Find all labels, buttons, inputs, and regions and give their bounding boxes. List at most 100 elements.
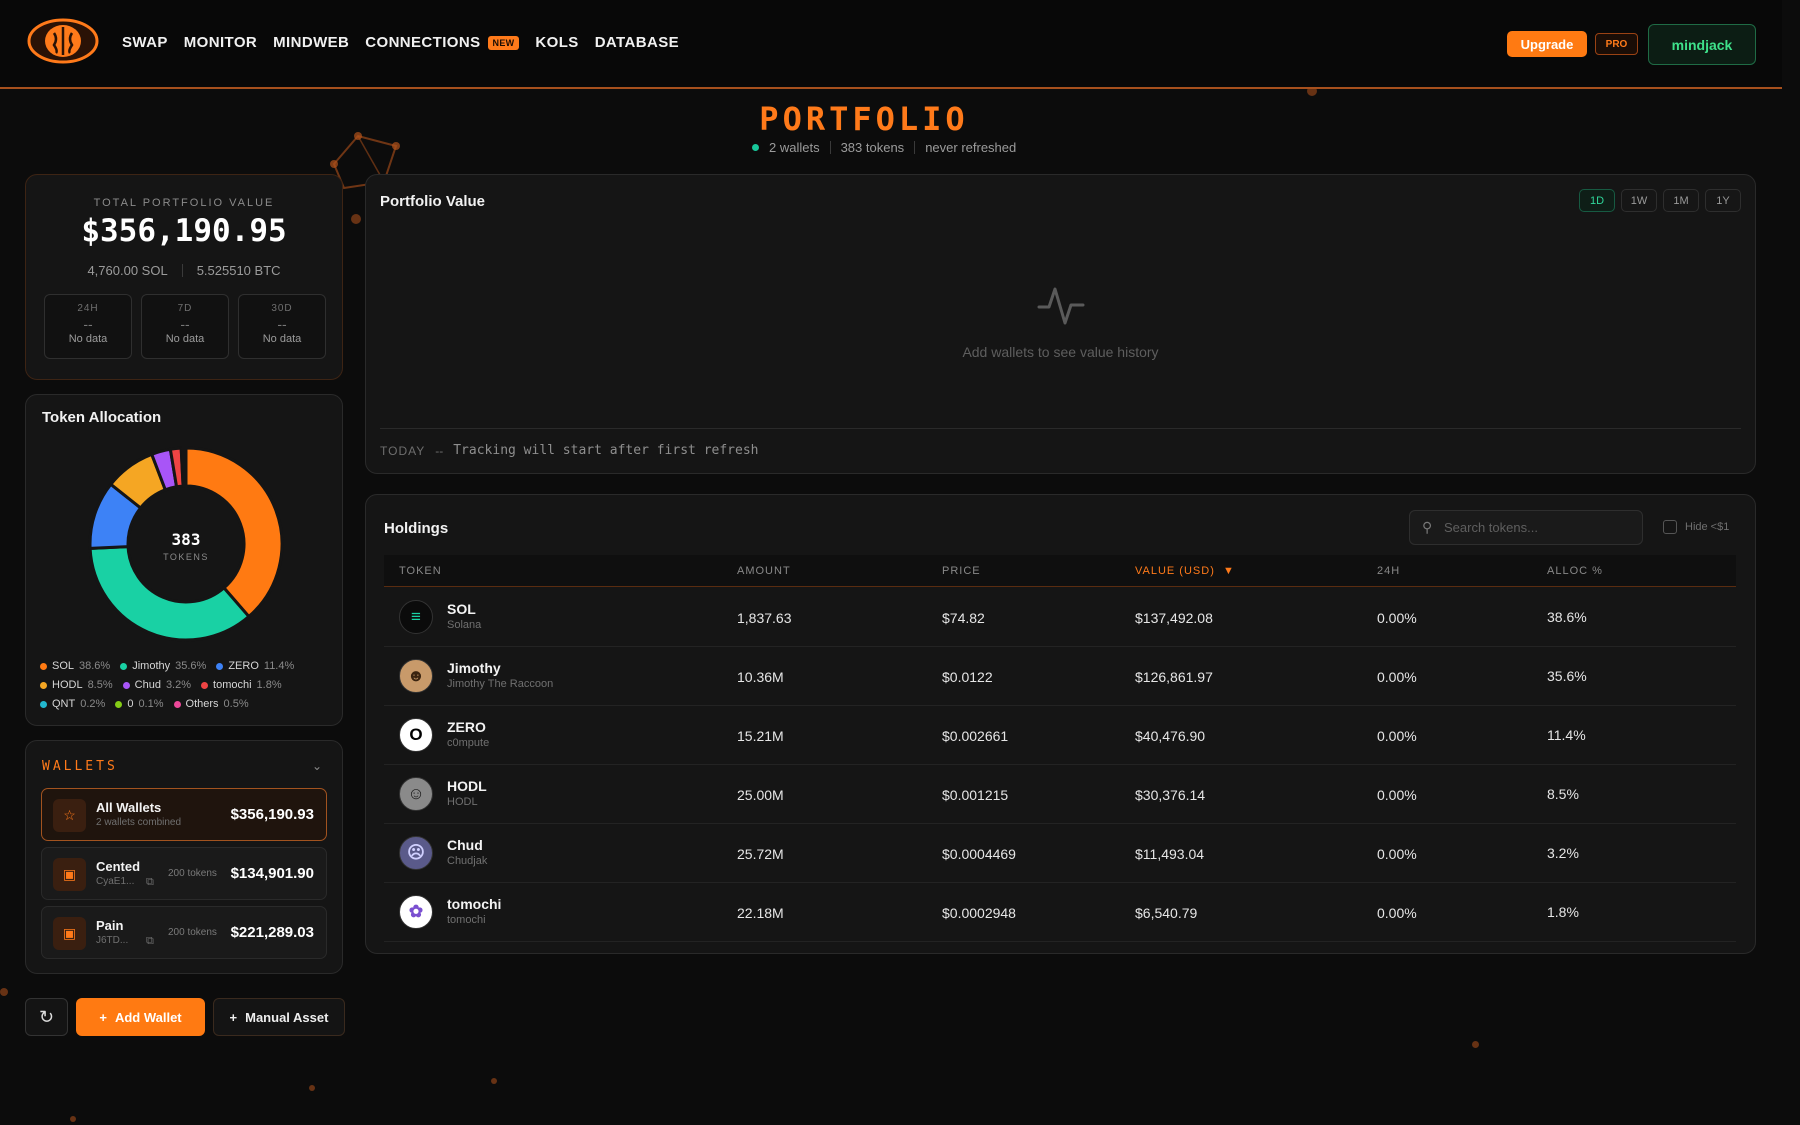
legend-swatch <box>40 681 47 689</box>
upgrade-button[interactable]: Upgrade <box>1507 31 1587 57</box>
allocation-title: Token Allocation <box>42 409 162 426</box>
wallet-value: $356,190.93 <box>230 806 314 823</box>
hide-small-filter[interactable]: Hide <$1 <box>1663 520 1729 534</box>
legend-label: HODL <box>52 679 83 691</box>
wallet-sub: 2 wallets combined <box>96 817 182 828</box>
token-symbol: HODL <box>447 778 487 794</box>
wallet-row-cented[interactable]: ▣ Cented CyaE1... ⧉ 200 tokens $134,901.… <box>41 847 327 900</box>
range-tab-1w[interactable]: 1W <box>1621 189 1657 212</box>
bg-particle <box>309 1085 315 1091</box>
token-alloc: 11.4% <box>1547 727 1586 743</box>
table-row[interactable]: ☺ HODL HODL 25.00M $0.001215 $30,376.14 0.00% 8… <box>384 765 1736 824</box>
copy-icon[interactable]: ⧉ <box>146 935 154 948</box>
range-tab-1y[interactable]: 1Y <box>1705 189 1741 212</box>
legend-swatch <box>201 681 209 689</box>
allocation-donut-chart: 383 TOKENS <box>88 446 284 642</box>
table-row[interactable]: ☹ Chud Chudjak 25.72M $0.0004469 $11,493.04 0.… <box>384 824 1736 883</box>
period-note: No data <box>68 333 108 345</box>
token-change: 0.00% <box>1377 787 1417 803</box>
divider <box>380 428 1741 429</box>
table-row[interactable]: O ZERO c0mpute 15.21M $0.002661 $40,476.90 0.0… <box>384 706 1736 765</box>
column-header-value[interactable]: VALUE (USD) ▼ <box>1135 565 1235 577</box>
plus-icon: + <box>99 1009 107 1025</box>
column-header-amount[interactable]: AMOUNT <box>737 565 791 577</box>
wallet-name: Cented <box>96 859 141 874</box>
range-tab-1d[interactable]: 1D <box>1579 189 1615 212</box>
period-value: -- <box>180 316 190 332</box>
token-price: $0.002661 <box>942 728 1009 744</box>
token-change: 0.00% <box>1377 846 1417 862</box>
period-label: 30D <box>271 303 293 314</box>
range-tab-1m[interactable]: 1M <box>1663 189 1699 212</box>
table-row[interactable]: ☻ Jimothy Jimothy The Raccoon 10.36M $0.0122… <box>384 647 1736 706</box>
legend-percent: 8.5% <box>87 679 113 691</box>
divider <box>181 264 183 277</box>
nav-monitor[interactable]: MONITOR <box>184 34 257 51</box>
wallet-row-pain[interactable]: ▣ Pain J6TD... ⧉ 200 tokens $221,289.03 <box>41 906 327 959</box>
copy-icon[interactable]: ⧉ <box>146 876 154 889</box>
token-name: HODL <box>447 796 478 808</box>
donut-center-count: 383 <box>172 530 201 549</box>
manual-asset-button[interactable]: + Manual Asset <box>213 998 345 1036</box>
page-title: PORTFOLIO <box>759 100 969 138</box>
table-row[interactable]: ✿ tomochi tomochi 22.18M $0.0002948 $6,540.79… <box>384 883 1736 942</box>
legend-item: Others 0.5% <box>173 698 249 710</box>
token-amount: 15.21M <box>737 728 784 744</box>
nav-mindweb[interactable]: MINDWEB <box>273 34 349 51</box>
holdings-card: Holdings ⚲ Hide <$1 TOKEN AMOUNT PRICE V… <box>365 494 1756 954</box>
today-label: TODAY <box>380 443 426 458</box>
legend-percent: 3.2% <box>165 679 192 691</box>
table-row[interactable]: ≡ SOL Solana 1,837.63 $74.82 $137,492.08 0.00%… <box>384 588 1736 647</box>
wallet-token-count: 200 tokens <box>168 868 217 879</box>
token-amount: 25.72M <box>737 846 784 862</box>
legend-percent: 11.4% <box>263 660 295 672</box>
manual-asset-label: Manual Asset <box>245 1009 329 1025</box>
column-header-alloc[interactable]: ALLOC % <box>1547 565 1603 577</box>
portfolio-summary-line: 2 wallets 383 tokens never refreshed <box>752 140 1016 155</box>
refresh-button[interactable]: ↻ <box>25 998 68 1036</box>
nav-swap[interactable]: SWAP <box>122 34 168 51</box>
token-symbol: tomochi <box>447 896 502 912</box>
token-logo-icon: O <box>399 718 433 752</box>
legend-label: SOL <box>52 660 75 672</box>
column-header-price[interactable]: PRICE <box>942 565 981 577</box>
legend-item: 0 0.1% <box>115 698 164 710</box>
portfolio-value-card: Portfolio Value 1D 1W 1M 1Y Add wallets … <box>365 174 1756 474</box>
empty-history-message: Add wallets to see value history <box>962 344 1159 360</box>
legend-swatch <box>115 700 123 708</box>
token-search: ⚲ <box>1409 510 1643 545</box>
nav-database[interactable]: DATABASE <box>595 34 679 51</box>
legend-swatch <box>216 662 224 670</box>
sort-desc-icon: ▼ <box>1223 565 1235 577</box>
wallets-title: WALLETS <box>42 759 118 774</box>
token-logo-icon: ☻ <box>399 659 433 693</box>
brain-eye-logo[interactable] <box>26 17 100 65</box>
token-value: $137,492.08 <box>1135 610 1213 626</box>
user-account-button[interactable]: mindjack <box>1648 24 1756 65</box>
token-symbol: Jimothy <box>447 660 501 676</box>
legend-percent: 35.6% <box>175 660 207 672</box>
chevron-down-icon[interactable]: ⌄ <box>312 759 322 773</box>
wallet-count: 2 wallets <box>769 140 820 155</box>
token-amount: 1,837.63 <box>737 610 792 626</box>
token-logo-icon: ✿ <box>399 895 433 929</box>
token-logo-icon: ☺ <box>399 777 433 811</box>
column-header-token[interactable]: TOKEN <box>399 565 442 577</box>
donut-slice-others <box>181 446 188 488</box>
column-header-24h[interactable]: 24H <box>1377 565 1400 577</box>
legend-item: ZERO 11.4% <box>216 660 294 672</box>
token-value: $6,540.79 <box>1135 905 1198 921</box>
add-wallet-button[interactable]: + Add Wallet <box>76 998 205 1036</box>
tracking-note: Tracking will start after first refresh <box>453 443 759 458</box>
nav-kols[interactable]: KOLS <box>535 34 578 51</box>
period-note: No data <box>262 333 302 345</box>
hide-small-checkbox[interactable] <box>1663 520 1677 534</box>
nav-connections[interactable]: CONNECTIONS NEW <box>365 34 520 51</box>
legend-percent: 0.2% <box>80 698 106 710</box>
wallet-row-all[interactable]: ☆ All Wallets 2 wallets combined $356,19… <box>41 788 327 841</box>
period-7d: 7D -- No data <box>141 294 229 359</box>
btc-equivalent: 5.525510 BTC <box>196 263 281 278</box>
divider <box>914 141 916 154</box>
token-price: $0.0004469 <box>942 846 1016 862</box>
search-input[interactable] <box>1444 511 1634 544</box>
